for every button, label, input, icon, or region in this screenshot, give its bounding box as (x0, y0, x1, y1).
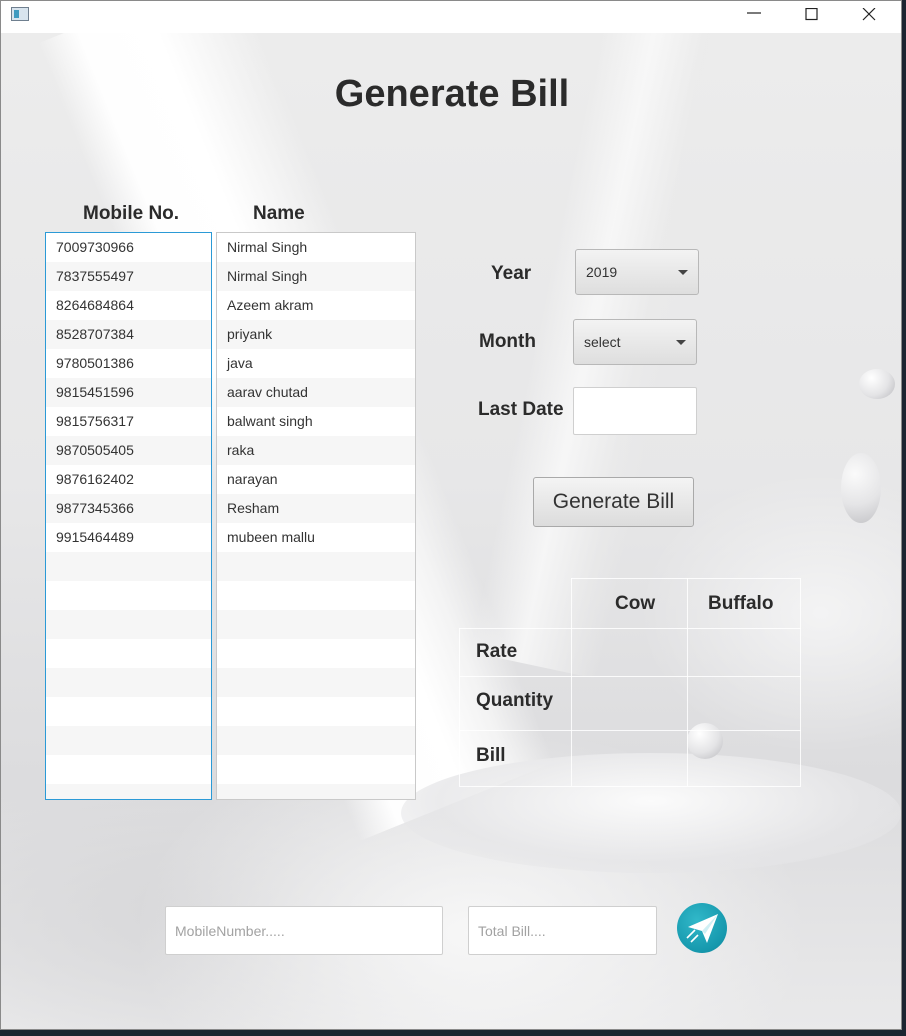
minimize-button[interactable] (731, 1, 777, 31)
list-item[interactable]: aarav chutad (217, 378, 415, 407)
month-label: Month (479, 331, 536, 352)
maximize-icon (805, 8, 818, 21)
empty-list-row (217, 610, 415, 639)
table-border (459, 628, 801, 629)
app-icon (11, 7, 29, 21)
list-item[interactable]: 9815756317 (46, 407, 211, 436)
list-item[interactable]: priyank (217, 320, 415, 349)
send-button[interactable] (677, 903, 727, 953)
empty-list-row (46, 755, 211, 784)
list-item[interactable]: java (217, 349, 415, 378)
table-border (800, 578, 801, 786)
empty-list-row (46, 697, 211, 726)
empty-list-row (217, 581, 415, 610)
list-item[interactable]: Nirmal Singh (217, 262, 415, 291)
year-select-value: 2019 (586, 264, 618, 280)
main-panel: Generate Bill Mobile No. Name 7009730966… (1, 33, 901, 1029)
list-item[interactable]: 9876162402 (46, 465, 211, 494)
empty-list-row (217, 668, 415, 697)
empty-list-row (217, 726, 415, 755)
title-bar (1, 1, 901, 33)
empty-list-row (46, 784, 211, 799)
list-item[interactable]: 9870505405 (46, 436, 211, 465)
list-item[interactable]: Azeem akram (217, 291, 415, 320)
last-date-input[interactable] (573, 387, 697, 435)
list-item[interactable]: narayan (217, 465, 415, 494)
chevron-down-icon (678, 270, 688, 275)
mobile-column-header: Mobile No. (83, 203, 180, 224)
app-window: Generate Bill Mobile No. Name 7009730966… (0, 0, 902, 1030)
list-item[interactable]: 7837555497 (46, 262, 211, 291)
empty-list-row (217, 784, 415, 799)
table-border (571, 578, 801, 579)
list-item[interactable]: 9780501386 (46, 349, 211, 378)
empty-list-row (217, 639, 415, 668)
year-select[interactable]: 2019 (575, 249, 699, 295)
month-select-value: select (584, 334, 621, 350)
table-border (459, 628, 460, 786)
empty-list-row (217, 697, 415, 726)
buffalo-column-header: Buffalo (708, 593, 774, 614)
year-label: Year (491, 263, 532, 284)
list-item[interactable]: 7009730966 (46, 233, 211, 262)
close-icon (862, 8, 876, 21)
cow-column-header: Cow (615, 593, 656, 614)
background-milk-drop (841, 453, 881, 523)
list-item[interactable]: 9877345366 (46, 494, 211, 523)
last-date-label: Last Date (478, 399, 564, 420)
list-item[interactable]: mubeen mallu (217, 523, 415, 552)
minimize-icon (747, 12, 761, 14)
table-border (459, 786, 801, 787)
mobile-number-input[interactable] (165, 906, 443, 955)
name-list[interactable]: Nirmal Singh Nirmal Singh Azeem akram pr… (216, 232, 416, 800)
table-border (459, 730, 801, 731)
empty-list-row (46, 726, 211, 755)
mobile-list[interactable]: 7009730966 7837555497 8264684864 8528707… (45, 232, 212, 800)
table-border (459, 676, 801, 677)
empty-list-row (46, 552, 211, 581)
background-milk-splash (401, 753, 901, 873)
generate-bill-button[interactable]: Generate Bill (533, 477, 694, 527)
table-border (571, 578, 572, 786)
empty-list-row (46, 581, 211, 610)
rate-row-label: Rate (476, 641, 518, 662)
table-border (687, 578, 688, 786)
close-button[interactable] (847, 1, 893, 31)
list-item[interactable]: 9815451596 (46, 378, 211, 407)
total-bill-input[interactable] (468, 906, 657, 955)
empty-list-row (217, 755, 415, 784)
background-milk-drop (859, 369, 895, 399)
list-item[interactable]: 8528707384 (46, 320, 211, 349)
quantity-row-label: Quantity (476, 690, 554, 711)
name-column-header: Name (253, 203, 305, 224)
empty-list-row (46, 668, 211, 697)
background-milk-drop (687, 723, 723, 759)
page-title: Generate Bill (334, 73, 570, 115)
send-icon (686, 914, 718, 943)
bill-row-label: Bill (476, 745, 506, 766)
list-item[interactable]: Nirmal Singh (217, 233, 415, 262)
empty-list-row (46, 610, 211, 639)
list-item[interactable]: 9915464489 (46, 523, 211, 552)
list-item[interactable]: 8264684864 (46, 291, 211, 320)
empty-list-row (217, 552, 415, 581)
empty-list-row (46, 639, 211, 668)
month-select[interactable]: select (573, 319, 697, 365)
maximize-button[interactable] (789, 1, 835, 31)
chevron-down-icon (676, 340, 686, 345)
list-item[interactable]: balwant singh (217, 407, 415, 436)
list-item[interactable]: Resham (217, 494, 415, 523)
list-item[interactable]: raka (217, 436, 415, 465)
